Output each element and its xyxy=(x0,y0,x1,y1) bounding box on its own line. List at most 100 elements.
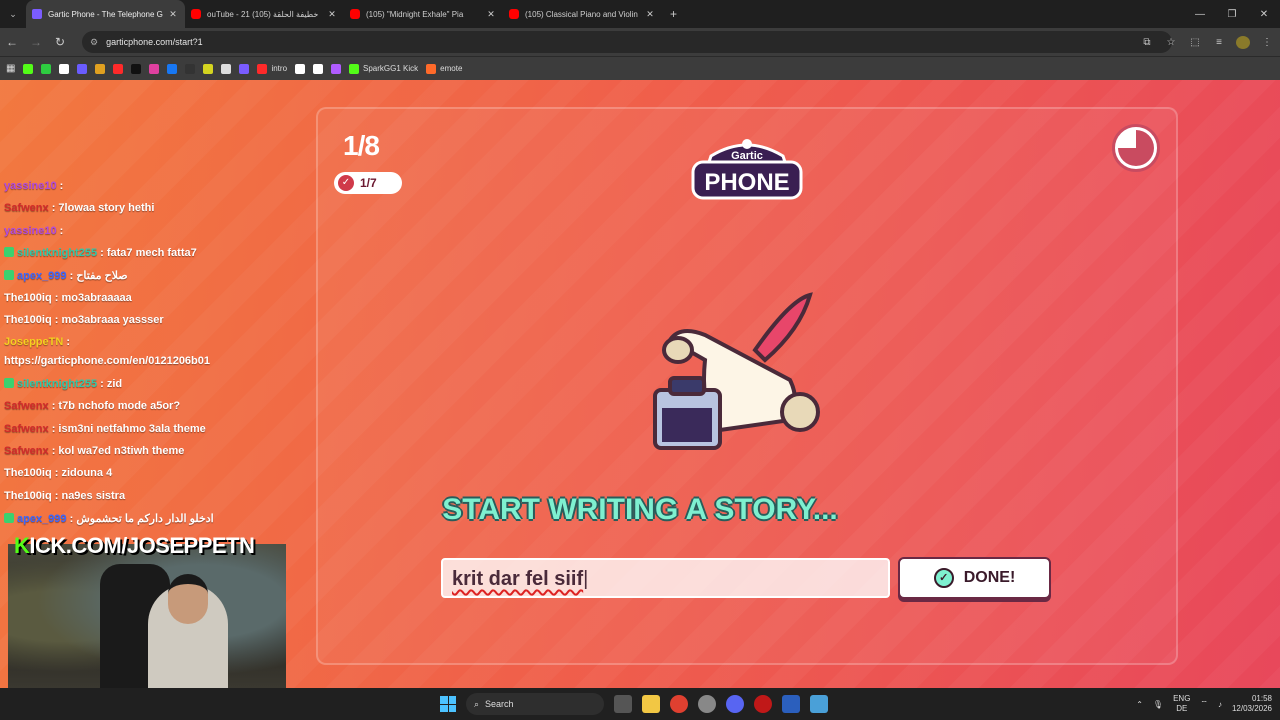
tab-title: ouTube - 21 خطيفة الحلقة (105) xyxy=(207,9,319,19)
site-info-icon[interactable]: ⚙ xyxy=(90,37,98,48)
chat-text: mo3abraaa yassser xyxy=(61,314,164,326)
url-text: garticphone.com/start?1 xyxy=(106,37,203,47)
mic-icon[interactable]: 🎙 xyxy=(1153,700,1163,709)
translate-icon[interactable]: ⧉ xyxy=(1140,37,1154,48)
url-field[interactable]: ⚙ garticphone.com/start?1 xyxy=(82,31,1172,53)
chat-text: mo3abraaaaa xyxy=(61,292,132,304)
bookmark-16[interactable] xyxy=(313,63,324,74)
tab-3[interactable]: (105) "Midnight Exhale" Pia ✕ xyxy=(344,0,503,28)
word-icon[interactable] xyxy=(782,695,800,713)
bookmark-10[interactable] xyxy=(185,63,196,74)
chrome-icon[interactable] xyxy=(670,695,688,713)
task-view-icon[interactable] xyxy=(614,695,632,713)
chat-username: yassine10 xyxy=(4,180,57,192)
chat-message: The100iq : mo3abraaaaa xyxy=(4,292,132,304)
chat-separator: : xyxy=(51,292,62,304)
bookmark-icon xyxy=(41,63,52,74)
kick-channel-banner: KICK.COM/JOSEPPETN xyxy=(14,533,255,559)
logo-bottom-text: PHONE xyxy=(704,169,789,196)
windows-start-icon[interactable] xyxy=(440,696,456,712)
restore-button[interactable]: ❐ xyxy=(1216,9,1248,20)
bookmark-6[interactable] xyxy=(113,63,124,74)
bookmark-4[interactable] xyxy=(77,63,88,74)
app-icon[interactable] xyxy=(698,695,716,713)
bookmark-8[interactable] xyxy=(149,63,160,74)
wifi-icon[interactable]: ⌔ xyxy=(1200,699,1208,709)
chat-text: fata7 mech fatta7 xyxy=(106,247,197,259)
youtube-icon xyxy=(350,9,360,19)
menu-icon[interactable]: ⋮ xyxy=(1260,37,1274,48)
chat-username: yassine10 xyxy=(4,225,57,237)
close-tab-icon[interactable]: ✕ xyxy=(485,9,497,20)
bookmark-icon xyxy=(426,63,437,74)
forward-button[interactable]: → xyxy=(24,35,48,49)
taskbar-search-label: Search xyxy=(485,699,514,709)
bookmark-15[interactable] xyxy=(295,63,306,74)
bookmark-12[interactable] xyxy=(221,63,232,74)
language-indicator[interactable]: ENG DE xyxy=(1173,694,1190,714)
bookmark-icon xyxy=(185,63,196,74)
bookmark-18[interactable]: SparkGG1 Kick xyxy=(349,63,419,74)
close-window-button[interactable]: ✕ xyxy=(1248,9,1280,20)
file-explorer-icon[interactable] xyxy=(642,695,660,713)
bookmark-icon xyxy=(349,63,360,74)
notepad-icon[interactable] xyxy=(810,695,828,713)
chat-username: Safwenx xyxy=(4,400,49,412)
bookmark-17[interactable] xyxy=(331,63,342,74)
tab-search-button[interactable]: ⌄ xyxy=(0,0,26,28)
taskbar-search[interactable]: ⌕ Search xyxy=(466,693,604,715)
lang-top: ENG xyxy=(1173,694,1191,703)
bookmark-icon xyxy=(313,63,324,74)
tray-chevron-icon[interactable]: ⌃ xyxy=(1136,700,1143,709)
timer-clock-icon xyxy=(1112,124,1160,172)
chat-separator: : xyxy=(56,225,64,237)
new-tab-button[interactable]: + xyxy=(670,7,677,21)
clock[interactable]: 01:58 12/03/2026 xyxy=(1232,694,1272,714)
back-button[interactable]: ← xyxy=(0,35,24,49)
bookmark-13[interactable] xyxy=(239,63,250,74)
chat-separator: : xyxy=(56,180,64,192)
minimize-button[interactable]: — xyxy=(1184,9,1216,20)
chat-separator: : xyxy=(63,336,71,348)
bookmark-icon xyxy=(221,63,232,74)
profile-avatar[interactable] xyxy=(1236,35,1250,49)
bookmark-14[interactable]: intro xyxy=(257,63,287,74)
bookmark-1[interactable] xyxy=(23,63,34,74)
close-tab-icon[interactable]: ✕ xyxy=(326,9,338,20)
close-tab-icon[interactable]: ✕ xyxy=(644,9,656,20)
extensions-icon[interactable]: ⬚ xyxy=(1188,37,1202,48)
tab-1[interactable]: Gartic Phone - The Telephone G ✕ xyxy=(26,0,185,28)
bookmark-19[interactable]: emote xyxy=(426,63,462,74)
reload-button[interactable]: ↻ xyxy=(48,35,72,49)
bookmark-2[interactable] xyxy=(41,63,52,74)
chat-username: Safwenx xyxy=(4,445,49,457)
chat-username: silentknight255 xyxy=(17,247,98,259)
story-input[interactable]: krit dar fel siif| xyxy=(441,558,890,598)
record-icon[interactable] xyxy=(754,695,772,713)
bookmark-9[interactable] xyxy=(167,63,178,74)
chat-badge-icon xyxy=(4,270,14,280)
chat-username: Safwenx xyxy=(4,202,49,214)
bookmark-icon xyxy=(239,63,250,74)
chat-message: JoseppeTN : xyxy=(4,336,70,348)
bookmark-3[interactable] xyxy=(59,63,70,74)
done-button[interactable]: ✓ DONE! xyxy=(898,557,1051,599)
discord-icon[interactable] xyxy=(726,695,744,713)
bookmark-icon xyxy=(23,63,34,74)
chat-message: The100iq : zidouna 4 xyxy=(4,467,112,479)
bookmark-label: SparkGG1 Kick xyxy=(363,64,419,73)
bookmark-star-icon[interactable]: ☆ xyxy=(1164,37,1178,48)
close-tab-icon[interactable]: ✕ xyxy=(167,9,179,20)
tab-4[interactable]: (105) Classical Piano and Violin ✕ xyxy=(503,0,662,28)
bookmark-11[interactable] xyxy=(203,63,214,74)
webcam-feed xyxy=(8,544,286,688)
chat-separator: : xyxy=(48,423,59,435)
reading-list-icon[interactable]: ≡ xyxy=(1212,37,1226,48)
volume-icon[interactable]: ♪ xyxy=(1218,700,1222,709)
bookmark-5[interactable] xyxy=(95,63,106,74)
apps-grid-icon[interactable]: ▦ xyxy=(6,63,15,74)
chat-message: The100iq : mo3abraaa yassser xyxy=(4,314,164,326)
bookmark-7[interactable] xyxy=(131,63,142,74)
chat-text: ism3ni netfahmo 3ala theme xyxy=(58,423,206,435)
tab-2[interactable]: ouTube - 21 خطيفة الحلقة (105) ✕ xyxy=(185,0,344,28)
